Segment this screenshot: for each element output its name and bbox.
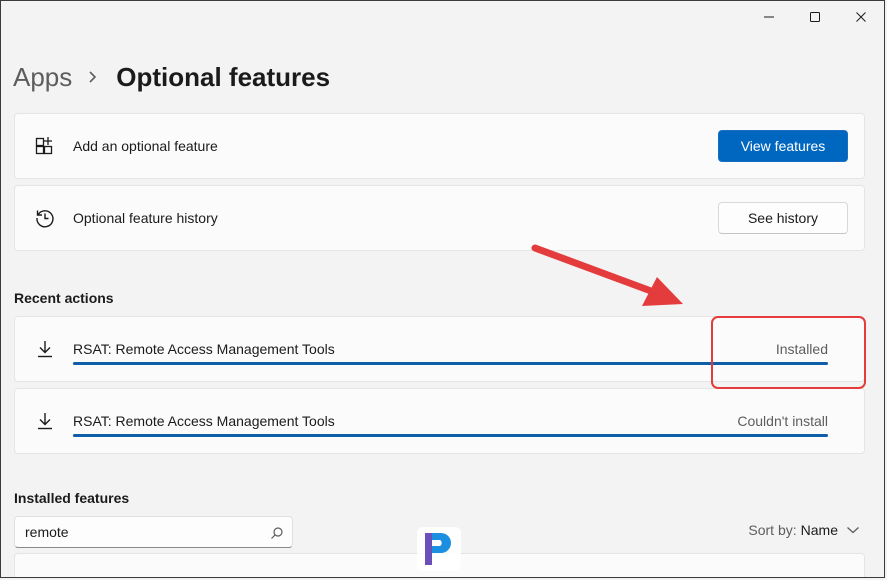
add-grid-icon <box>33 134 57 158</box>
view-features-button[interactable]: View features <box>718 130 848 162</box>
watermark-logo <box>417 527 461 571</box>
sort-label: Sort by: <box>748 522 797 538</box>
progress-bar <box>73 434 828 437</box>
progress-fill <box>73 434 828 437</box>
close-icon <box>856 12 866 22</box>
recent-action-status: Couldn't install <box>737 413 828 429</box>
settings-window: Apps Optional features Add an optional f… <box>0 0 885 578</box>
recent-action-item: RSAT: Remote Access Management Tools Cou… <box>14 388 865 454</box>
sort-dropdown[interactable]: Sort by: Name <box>748 522 860 538</box>
search-input[interactable] <box>25 523 255 541</box>
see-history-button[interactable]: See history <box>718 202 848 234</box>
recent-action-name: RSAT: Remote Access Management Tools <box>73 413 335 429</box>
optional-feature-history-card: Optional feature history See history <box>14 185 865 251</box>
sort-value: Name <box>800 522 838 538</box>
minimize-icon <box>764 16 774 18</box>
optional-feature-history-label: Optional feature history <box>73 210 218 226</box>
minimize-button[interactable] <box>746 1 792 33</box>
add-optional-feature-card: Add an optional feature View features <box>14 113 865 179</box>
chevron-right-icon <box>88 70 98 84</box>
maximize-button[interactable] <box>792 1 838 33</box>
page-title: Optional features <box>116 61 331 92</box>
maximize-icon <box>810 12 820 22</box>
breadcrumb-apps-link[interactable]: Apps <box>13 62 72 93</box>
history-icon <box>33 206 57 230</box>
installed-features-search <box>14 516 293 548</box>
recent-actions-heading: Recent actions <box>14 290 114 306</box>
add-optional-feature-label: Add an optional feature <box>73 138 218 154</box>
breadcrumb: Apps Optional features <box>13 59 330 95</box>
download-icon <box>33 337 57 361</box>
download-icon <box>33 409 57 433</box>
recent-action-name: RSAT: Remote Access Management Tools <box>73 341 335 357</box>
chevron-down-icon <box>846 522 860 538</box>
close-button[interactable] <box>838 1 884 33</box>
search-icon[interactable] <box>270 526 284 545</box>
window-controls <box>746 1 884 33</box>
installed-features-heading: Installed features <box>14 490 130 506</box>
annotation-highlight-box <box>711 316 866 389</box>
